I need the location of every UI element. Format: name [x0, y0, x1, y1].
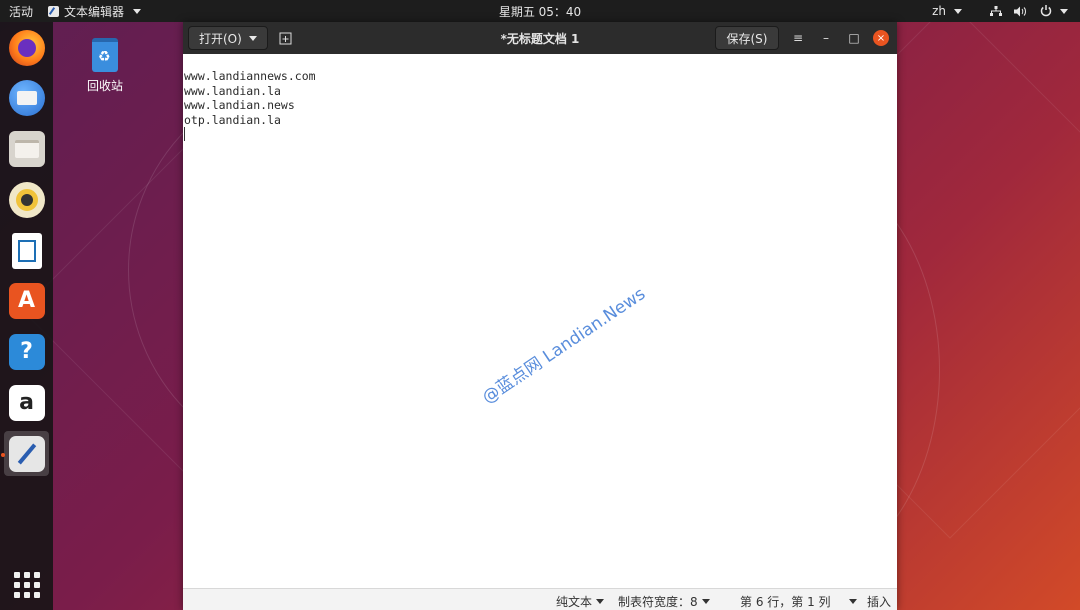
open-button-label: 打开(O) — [199, 31, 242, 46]
new-document-button[interactable] — [274, 26, 296, 50]
libreoffice-writer-icon — [11, 232, 42, 269]
dock-item-software[interactable]: A — [4, 278, 49, 323]
chevron-down-icon — [596, 599, 605, 604]
trash-label: 回收站 — [86, 79, 123, 93]
show-applications-button[interactable] — [14, 572, 40, 598]
dock-item-writer[interactable] — [4, 228, 49, 273]
chevron-down-icon — [133, 8, 142, 14]
volume-icon — [1014, 6, 1026, 16]
dock-item-firefox[interactable] — [4, 25, 49, 70]
rhythmbox-icon — [8, 181, 45, 218]
maximize-icon[interactable]: □ — [845, 29, 863, 47]
chevron-down-icon — [1060, 8, 1068, 14]
input-method-label: zh — [932, 4, 946, 18]
chevron-down-icon — [954, 8, 962, 14]
dock-item-thunderbird[interactable] — [4, 75, 49, 120]
running-indicator — [1, 453, 5, 457]
chevron-down-icon — [848, 599, 857, 604]
dock-item-files[interactable] — [4, 126, 49, 171]
firefox-icon — [8, 29, 45, 66]
input-method-indicator[interactable]: zh — [932, 4, 962, 18]
thunderbird-icon — [8, 79, 45, 116]
dock-item-text-editor[interactable] — [4, 431, 49, 476]
header-actions: 保存(S) ≡ – □ × — [715, 26, 889, 50]
hamburger-menu-icon[interactable]: ≡ — [789, 29, 807, 47]
app-menu-label: 文本编辑器 — [64, 4, 125, 19]
app-menu[interactable]: 文本编辑器 — [42, 3, 142, 20]
watermark: @蓝点网 Landian.News — [478, 284, 650, 409]
syntax-selector[interactable]: 纯文本 — [556, 593, 605, 610]
amazon-icon: a — [8, 384, 45, 421]
insert-mode[interactable]: 插入 — [867, 593, 891, 610]
desktop-trash[interactable]: 回收站 — [82, 38, 128, 94]
status-bar: 纯文本 制表符宽度：8 第 6 行，第 1 列 插入 — [183, 588, 897, 610]
text-editor-area[interactable]: www.landiannews.com www.landian.la www.l… — [183, 54, 897, 588]
files-icon — [8, 130, 45, 167]
top-bar: 活动 文本编辑器 星期五 05：40 zh — [0, 0, 1080, 22]
system-tray: zh — [932, 0, 1068, 22]
text-editor-icon — [8, 435, 45, 472]
clock[interactable]: 星期五 05：40 — [0, 3, 1080, 20]
save-button[interactable]: 保存(S) — [715, 26, 779, 50]
trash-icon — [92, 38, 118, 72]
minimize-icon[interactable]: – — [817, 29, 835, 47]
text-line: www.landiannews.com — [184, 69, 316, 83]
text-editor-window: 打开(O) *无标题文档 1 保存(S) ≡ – □ × www.landian… — [183, 22, 897, 610]
cursor-position-label: 第 6 行，第 1 列 — [740, 595, 831, 609]
tab-width-selector[interactable]: 制表符宽度：8 — [618, 593, 710, 610]
new-tab-icon — [279, 32, 291, 44]
text-cursor — [184, 127, 185, 141]
chevron-down-icon — [701, 599, 710, 604]
dock-item-help[interactable]: ? — [4, 329, 49, 374]
text-line: www.landian.news — [184, 98, 295, 112]
dock: A ? a — [0, 22, 53, 610]
chevron-down-icon — [249, 35, 257, 41]
tab-width-label: 制表符宽度：8 — [618, 595, 698, 609]
text-line: otp.landian.la — [184, 112, 281, 127]
software-center-icon: A — [8, 282, 45, 319]
text-line: www.landian.la — [184, 83, 281, 98]
dock-item-rhythmbox[interactable] — [4, 177, 49, 222]
status-menu[interactable] — [990, 5, 1068, 17]
syntax-label: 纯文本 — [556, 595, 593, 609]
help-icon: ? — [8, 333, 45, 370]
activities-button[interactable]: 活动 — [0, 3, 42, 20]
cursor-position-selector[interactable]: 第 6 行，第 1 列 — [740, 593, 857, 610]
header-bar: 打开(O) *无标题文档 1 保存(S) ≡ – □ × — [183, 22, 897, 54]
open-button[interactable]: 打开(O) — [188, 26, 268, 50]
power-icon — [1040, 5, 1052, 17]
dock-item-amazon[interactable]: a — [4, 380, 49, 425]
close-icon[interactable]: × — [873, 30, 889, 46]
text-editor-icon — [48, 5, 60, 17]
network-icon — [990, 5, 1002, 16]
